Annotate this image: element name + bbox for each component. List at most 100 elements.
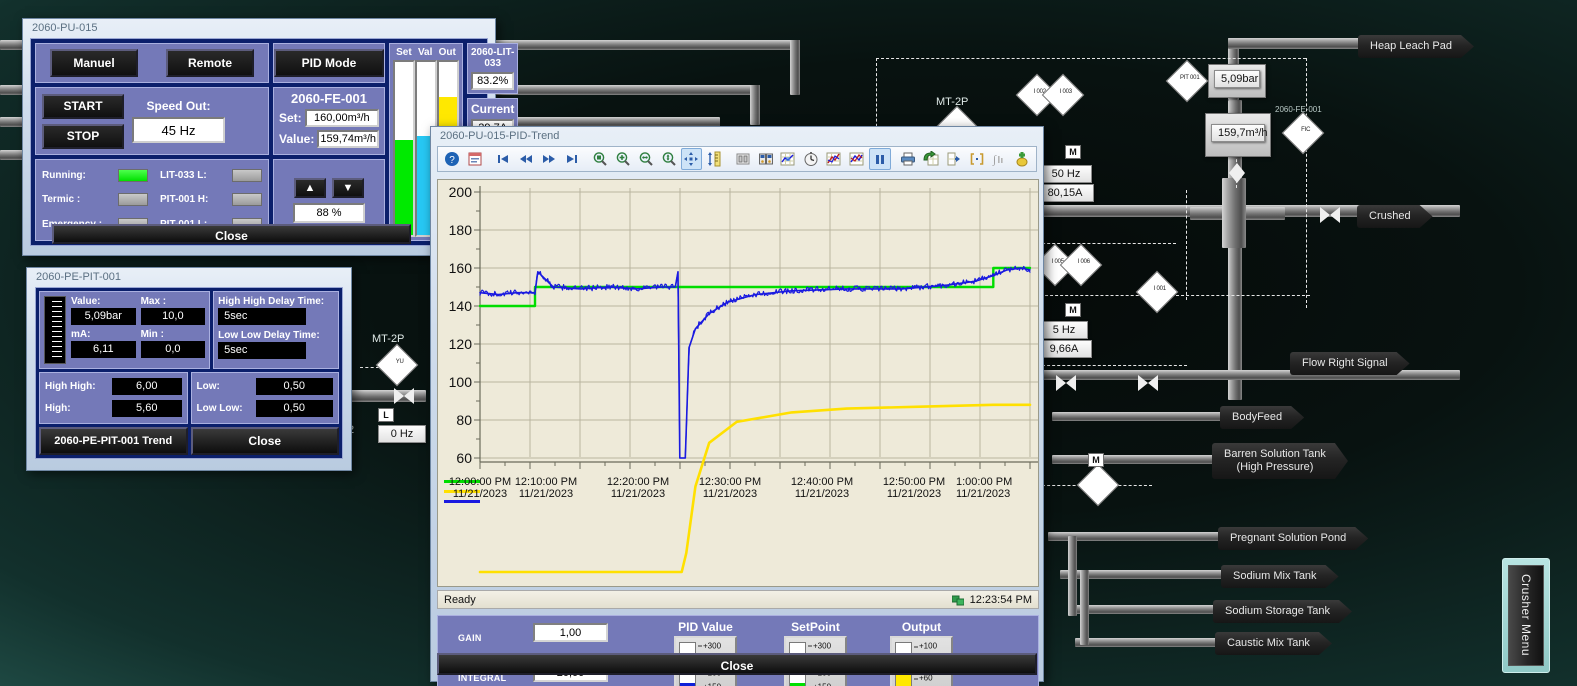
signal-line (876, 58, 1306, 59)
trend-close-button[interactable]: Close (437, 653, 1037, 675)
trend-plot[interactable]: 200 180 160 140 120 100 80 60 12:00:00 P… (437, 179, 1039, 587)
add-pen-icon[interactable] (778, 148, 800, 170)
legend-toggle-icon[interactable] (732, 148, 754, 170)
time-span-icon[interactable] (800, 148, 822, 170)
ll-delay-field[interactable]: 5sec (218, 342, 307, 359)
brackets-icon[interactable] (966, 148, 988, 170)
increase-button[interactable]: ▲ (294, 177, 326, 198)
pan-icon[interactable] (680, 148, 703, 170)
gauge-tick: +300 (697, 641, 722, 651)
x-tick-time: 12:50:00 PM (882, 476, 946, 488)
tag-sodium-mix-tank[interactable]: Sodium Mix Tank (1221, 565, 1339, 588)
lamp-pit001-high (232, 193, 262, 207)
pit-instrument-label: PIT 001 (1179, 75, 1200, 82)
tag-bodyfeed[interactable]: BodyFeed (1220, 406, 1304, 429)
statistics-icon[interactable]: ∫ (989, 148, 1011, 170)
hh-delay-field[interactable]: 5sec (218, 308, 307, 325)
pit-trend-button[interactable]: 2060-PE-PIT-001 Trend (39, 427, 188, 455)
x-tick-label: 12:20:00 PM 11/21/2023 (588, 476, 688, 500)
bar-label-val: Val (417, 47, 433, 58)
gauge-title: Output (901, 620, 942, 634)
pump-middle-column: PID Mode 2060-FE-001 Set: 160,00m³/h Val… (273, 43, 385, 241)
current-label: Current (471, 102, 515, 116)
hh-field[interactable]: 6,00 (112, 377, 182, 395)
low-label: Low: (196, 380, 220, 392)
instrument-diamond-006[interactable]: I 006 (1059, 243, 1103, 287)
fast-forward-icon[interactable] (538, 148, 560, 170)
tag-crushed[interactable]: Crushed (1357, 205, 1433, 228)
pit-value-fields: Value: 5,09bar Max : 10,0 mA: 6,11 Min:… (71, 296, 206, 364)
help-icon[interactable]: ? (441, 148, 463, 170)
y-tick-label: 140 (448, 298, 472, 314)
flow-meter-frame: 159,7m³/h (1205, 113, 1271, 157)
tag-caustic-mix-tank[interactable]: Caustic Mix Tank (1215, 632, 1332, 655)
chart-refresh-icon[interactable] (846, 148, 868, 170)
zoom-vertical-icon[interactable] (658, 148, 680, 170)
crusher-menu-button[interactable]: Crusher Menu (1502, 558, 1550, 673)
pit-max-label: Max : (140, 296, 167, 307)
pipe-to-heap (1228, 38, 1368, 49)
export-icon[interactable] (920, 148, 942, 170)
decrease-button[interactable]: ▼ (332, 177, 364, 198)
yu-instrument-label: YU (395, 359, 404, 366)
fe-set-field[interactable]: 160,00m³/h (304, 109, 379, 127)
lit-label: 2060-LIT-033 (471, 47, 515, 69)
signal-line (1186, 190, 1187, 300)
pit-min-label: Min : (140, 329, 164, 340)
pid-mode-button[interactable]: PID Mode (274, 49, 384, 77)
pit-row-value-max: Value: 5,09bar Max : 10,0 (71, 296, 206, 325)
zoom-in-icon[interactable] (612, 148, 634, 170)
x-tick-date: 11/21/2023 (610, 488, 666, 500)
motor-a-marker: M (1065, 145, 1081, 159)
fic-instrument-icon[interactable]: FIC (1281, 111, 1325, 155)
tag-flow-right-signal[interactable]: Flow Right Signal (1290, 352, 1410, 375)
fic-instrument-label: FIC (1301, 127, 1311, 134)
pit-limits-row: High High: 6,00 High: 5,60 Low: 0,50 Low… (39, 371, 339, 424)
chart-properties-icon[interactable] (823, 148, 845, 170)
tag-barren-solution-tank[interactable]: Barren Solution Tank (High Pressure) (1212, 443, 1348, 479)
instrument-diamond-lower[interactable] (1076, 463, 1120, 507)
go-to-end-icon[interactable] (561, 148, 583, 170)
pressure-meter-frame: 5,09bar (1208, 64, 1266, 98)
valve-icon (1056, 375, 1076, 391)
y-tick-label: 120 (448, 336, 472, 352)
low-field[interactable]: 0,50 (255, 377, 333, 395)
ll-field[interactable]: 0,50 (255, 399, 333, 417)
autoscale-icon[interactable] (703, 148, 725, 170)
pipe-segment (790, 40, 800, 95)
pit-001-instrument-icon[interactable]: PIT 001 (1165, 59, 1209, 103)
speed-out-field[interactable]: 45 Hz (132, 117, 225, 143)
rewind-icon[interactable] (515, 148, 537, 170)
cursor-icon[interactable] (943, 148, 965, 170)
pen-properties-icon[interactable] (755, 148, 777, 170)
report-icon[interactable] (464, 148, 486, 170)
pit-close-button[interactable]: Close (190, 427, 339, 455)
bar-gauge-set (393, 60, 415, 237)
print-icon[interactable] (897, 148, 919, 170)
start-button[interactable]: START (42, 93, 124, 119)
go-to-start-icon[interactable] (492, 148, 514, 170)
pump-left-column: Manuel Remote START STOP Speed Out: 45 H… (35, 43, 269, 241)
zoom-box-icon[interactable] (589, 148, 611, 170)
remote-button[interactable]: Remote (166, 49, 254, 77)
mt-2p-left-icon[interactable]: YU (375, 343, 419, 387)
tag-heap-leach-pad[interactable]: Heap Leach Pad (1358, 35, 1474, 58)
manual-percent-field[interactable]: 88 % (293, 202, 365, 223)
pit-window-title: 2060-PE-PIT-001 (36, 271, 121, 283)
gain-field[interactable]: 1,00 (533, 623, 608, 642)
pump-close-button[interactable]: Close (52, 224, 411, 244)
add-item-icon[interactable] (1011, 148, 1033, 170)
pit-row-ma-min: mA: 6,11 Min : 0,0 (71, 329, 206, 358)
scada-screen: Heap Leach Pad 5,09bar 159,7m³/h 2060-FE… (0, 0, 1577, 686)
stop-button[interactable]: STOP (42, 123, 124, 149)
instrument-diamond-001[interactable]: I 001 (1135, 270, 1179, 314)
tag-sodium-storage-tank[interactable]: Sodium Storage Tank (1213, 600, 1352, 623)
bar-label-out: Out (438, 47, 456, 58)
pause-icon[interactable] (868, 148, 891, 170)
instrument-diamond-003[interactable]: I 003 (1041, 73, 1085, 117)
zoom-horizontal-icon[interactable] (635, 148, 657, 170)
pit-delay-group: High High Delay Time: 5sec Low Low Delay… (213, 291, 339, 369)
manuel-button[interactable]: Manuel (50, 49, 138, 77)
tag-pregnant-solution-pond[interactable]: Pregnant Solution Pond (1218, 527, 1368, 550)
high-field[interactable]: 5,60 (112, 399, 182, 417)
